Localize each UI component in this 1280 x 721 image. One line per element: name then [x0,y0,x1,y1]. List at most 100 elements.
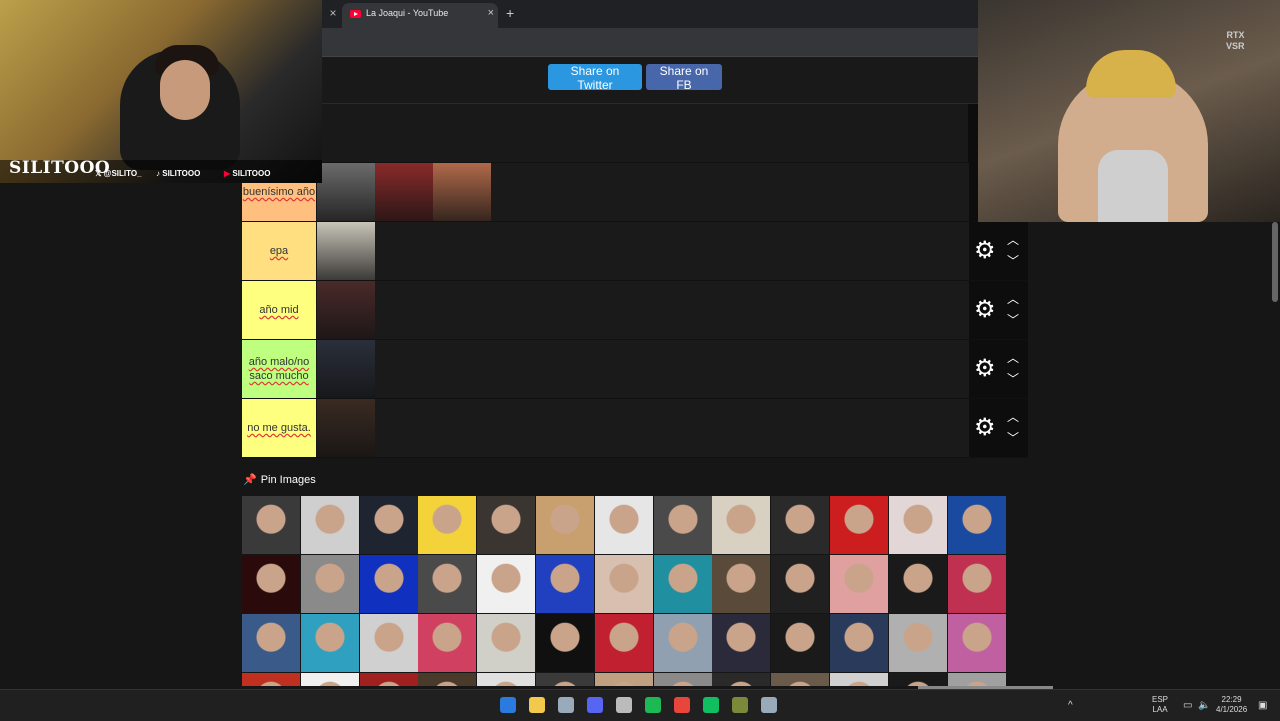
pin-image[interactable] [594,496,653,554]
pin-image[interactable] [830,496,888,554]
artist-thumbnail[interactable] [375,163,433,221]
taskbar-app-icon[interactable] [703,697,719,713]
taskbar-app-icon[interactable] [558,697,574,713]
pin-image[interactable] [300,555,359,613]
browser-tab[interactable]: La Joaqui - YouTube × [342,3,498,28]
share-fb-button[interactable]: Share on FB [646,64,722,92]
artist-thumbnail[interactable] [317,399,375,457]
pin-image[interactable] [242,614,300,672]
close-icon[interactable]: × [326,6,340,20]
tier-items[interactable] [317,340,969,398]
chevron-up-icon[interactable]: ︿ [1007,349,1019,366]
taskbar-app-icon[interactable] [674,697,690,713]
gear-icon[interactable]: ⚙ [974,239,996,263]
pin-image[interactable] [359,555,418,613]
pin-image[interactable] [947,673,1006,686]
pin-image[interactable] [712,673,771,686]
address-bar[interactable] [322,28,978,57]
pin-image[interactable] [653,673,712,686]
tier-items[interactable] [317,399,969,457]
gear-icon[interactable]: ⚙ [974,416,996,440]
tier-label[interactable]: año mid [242,281,316,339]
taskbar-app-icon[interactable] [645,697,661,713]
pin-image[interactable] [653,496,712,554]
pin-image[interactable] [712,614,771,672]
pin-image[interactable] [477,555,536,613]
share-twitter-button[interactable]: Share on Twitter [548,64,642,92]
pin-image[interactable] [947,496,1006,554]
network-icon[interactable]: ▭ [1183,700,1192,711]
pin-image[interactable] [359,496,418,554]
chevron-up-icon[interactable]: ︿ [1007,408,1019,425]
pin-image[interactable] [477,673,536,686]
pin-image[interactable] [947,614,1006,672]
pin-image[interactable] [418,673,477,686]
chevron-down-icon[interactable]: ﹀ [1007,252,1019,269]
pin-image[interactable] [536,496,594,554]
pin-image[interactable] [418,614,477,672]
pin-image[interactable] [771,673,830,686]
pin-image[interactable] [300,673,359,686]
new-tab-button[interactable]: + [506,5,514,21]
pin-image[interactable] [653,614,712,672]
artist-thumbnail[interactable] [317,163,375,221]
taskbar-app-icon[interactable] [587,697,603,713]
tray-chevron-icon[interactable]: ^ [1068,700,1073,711]
pin-image[interactable] [300,614,359,672]
chevron-down-icon[interactable]: ﹀ [1007,311,1019,328]
tab-close-icon[interactable]: × [488,7,494,19]
notifications-icon[interactable]: ▣ [1258,700,1267,711]
chevron-down-icon[interactable]: ﹀ [1007,429,1019,446]
pin-image[interactable] [359,673,418,686]
input-language[interactable]: ESP LAA [1152,695,1168,715]
pin-image[interactable] [830,673,888,686]
pin-image[interactable] [242,673,300,686]
tier-items[interactable] [317,281,969,339]
pin-image[interactable] [771,496,830,554]
taskbar-app-icon[interactable] [732,697,748,713]
artist-thumbnail[interactable] [317,340,375,398]
pin-image[interactable] [594,614,653,672]
pin-image[interactable] [594,555,653,613]
pin-image[interactable] [888,496,947,554]
pin-image[interactable] [242,555,300,613]
pin-image[interactable] [594,673,653,686]
pin-image[interactable] [536,673,594,686]
pin-image[interactable] [712,496,771,554]
pin-image[interactable] [712,555,771,613]
gear-icon[interactable]: ⚙ [974,357,996,381]
pin-image[interactable] [947,555,1006,613]
artist-thumbnail[interactable] [433,163,491,221]
pin-image[interactable] [536,614,594,672]
chevron-down-icon[interactable]: ﹀ [1007,370,1019,387]
chevron-up-icon[interactable]: ︿ [1007,290,1019,307]
tier-items[interactable] [317,163,969,221]
volume-icon[interactable]: 🔈 [1198,700,1210,711]
pin-image[interactable] [888,614,947,672]
vertical-scrollbar[interactable] [1272,222,1278,302]
tier-items[interactable] [317,222,969,280]
artist-thumbnail[interactable] [317,281,375,339]
pin-image[interactable] [477,496,536,554]
pin-image[interactable] [418,496,477,554]
pin-image[interactable] [771,614,830,672]
chevron-up-icon[interactable]: ︿ [1007,231,1019,248]
pin-image[interactable] [359,614,418,672]
pin-image[interactable] [477,614,536,672]
pin-image[interactable] [888,555,947,613]
start-icon[interactable] [500,697,516,713]
pin-image[interactable] [536,555,594,613]
pin-image[interactable] [300,496,359,554]
clock[interactable]: 22:29 4/1/2026 [1216,695,1247,715]
taskbar-app-icon[interactable] [616,697,632,713]
taskbar-app-icon[interactable] [761,697,777,713]
pin-image[interactable] [830,614,888,672]
pin-image[interactable] [242,496,300,554]
pin-image[interactable] [888,673,947,686]
tier-label[interactable]: no me gusta. [242,399,316,457]
tier-label[interactable]: año malo/no saco mucho [242,340,316,398]
pin-image[interactable] [771,555,830,613]
tier-label[interactable]: epa [242,222,316,280]
pin-image[interactable] [418,555,477,613]
gear-icon[interactable]: ⚙ [974,298,996,322]
